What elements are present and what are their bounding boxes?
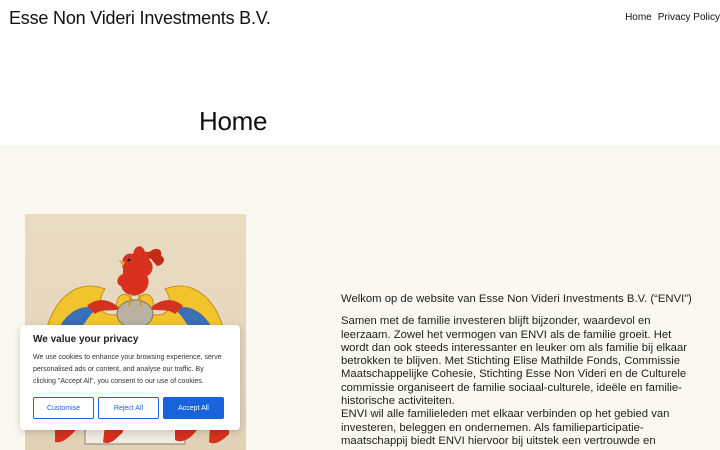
paragraph-1: Samen met de familie investeren blijft b… (341, 315, 687, 408)
cookie-banner-title: We value your privacy (33, 334, 139, 345)
accept-all-button[interactable]: Accept All (163, 397, 224, 419)
site-title[interactable]: Esse Non Videri Investments B.V. (9, 8, 271, 29)
intro-heading: Welkom op de website van Esse Non Videri… (341, 293, 692, 305)
main-nav: Home Privacy Policy (625, 12, 720, 23)
cookie-banner-text: We use cookies to enhance your browsing … (33, 354, 222, 385)
cookie-button-group: Customise Reject All Accept All (33, 397, 224, 419)
site-header: Esse Non Videri Investments B.V. Home Pr… (0, 0, 720, 145)
cookie-consent-banner: We value your privacy We use cookies to … (20, 325, 240, 430)
page-title: Home (199, 106, 268, 136)
nav-home[interactable]: Home (625, 12, 652, 23)
customise-button[interactable]: Customise (33, 397, 94, 419)
intro-text-column: Welkom op de website van Esse Non Videri… (341, 293, 701, 448)
paragraph-2: ENVI wil alle familieleden met elkaar ve… (341, 408, 670, 447)
reject-all-button[interactable]: Reject All (98, 397, 159, 419)
nav-privacy-policy[interactable]: Privacy Policy (658, 12, 720, 23)
